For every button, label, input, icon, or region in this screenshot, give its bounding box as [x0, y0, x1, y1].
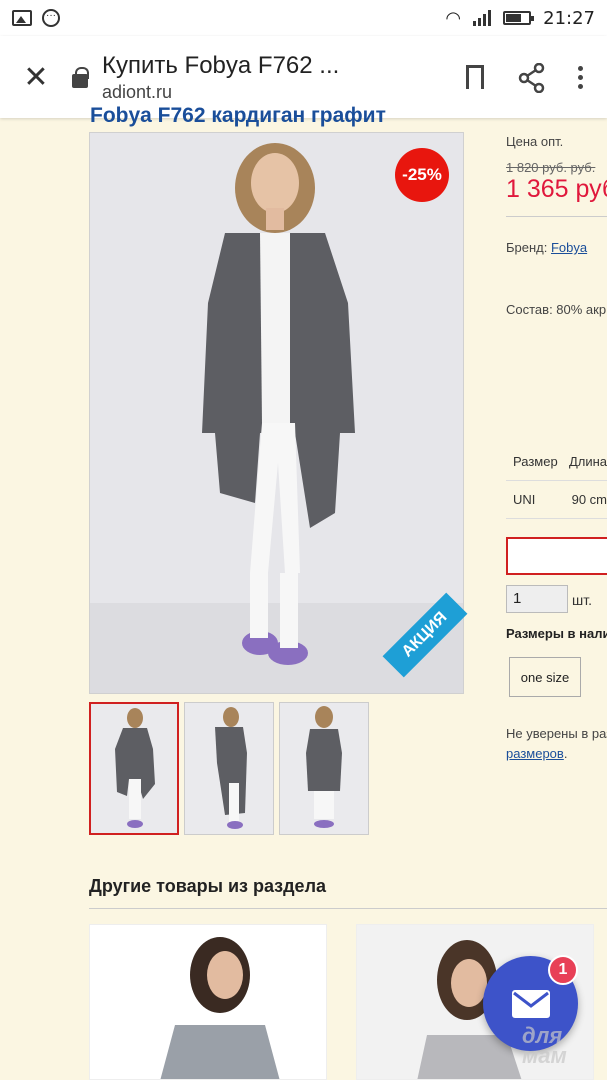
size-guide-suffix: .: [563, 746, 568, 762]
share-icon[interactable]: [518, 62, 545, 94]
size-option-button[interactable]: one size: [509, 657, 581, 697]
quantity-input[interactable]: 1: [506, 585, 568, 613]
add-to-cart-button[interactable]: [506, 537, 607, 575]
sizes-available-label: Размеры в нали: [506, 626, 607, 641]
size-table-cell: 90 cm: [571, 492, 607, 507]
page-url: adiont.ru: [102, 81, 173, 102]
main-product-image[interactable]: [89, 132, 464, 694]
product-heading: Fobya F762 кардиган графит: [90, 104, 386, 127]
bookmark-icon[interactable]: [466, 65, 484, 96]
quantity-unit: шт.: [572, 592, 592, 608]
size-help-label: Не уверены в раз: [506, 726, 607, 741]
status-bar: ··· ◠ 21:27: [0, 0, 607, 36]
discount-badge: -25%: [395, 148, 449, 202]
close-icon[interactable]: ✕: [0, 60, 72, 95]
title-box[interactable]: Купить Fobya F762 ... adiont.ru: [102, 52, 466, 103]
lock-icon: [72, 67, 89, 88]
price-divider: [506, 216, 607, 217]
section-divider: [89, 908, 607, 909]
signal-icon: [473, 10, 492, 26]
brand-label: Бренд:: [506, 240, 551, 255]
size-table: Размер Длина UNI 90 cm: [506, 443, 607, 519]
old-price: 1 820 руб. руб.: [506, 160, 596, 175]
size-table-header-cell: Размер: [513, 454, 558, 469]
size-table-cell: UNI: [513, 492, 536, 507]
thumbnail-side[interactable]: [184, 702, 274, 835]
related-product-card[interactable]: [89, 924, 327, 1080]
brand-link[interactable]: Fobya: [551, 240, 587, 255]
envelope-icon: [511, 989, 550, 1018]
price-label: Цена опт.: [506, 134, 564, 149]
watermark: для мам: [522, 1023, 567, 1068]
overflow-menu-icon[interactable]: [578, 65, 583, 89]
notification-dots-icon: ···: [42, 9, 60, 27]
battery-icon: [503, 11, 535, 25]
thumbnail-strip: [89, 702, 369, 835]
chat-badge: 1: [548, 955, 578, 985]
brand-row: Бренд: Fobya: [506, 240, 587, 255]
size-guide-link[interactable]: размеров: [506, 746, 564, 761]
current-price: 1 365 руб: [506, 175, 607, 203]
composition-text: Состав: 80% акр: [506, 302, 607, 317]
wifi-icon: ◠: [445, 7, 462, 29]
related-section-title: Другие товары из раздела: [89, 876, 327, 896]
thumbnail-back[interactable]: [279, 702, 369, 835]
size-help-text: Не уверены в раз размеров.: [506, 724, 607, 764]
size-table-header-cell: Длина: [568, 454, 607, 469]
page-title: Купить Fobya F762 ...: [102, 51, 340, 79]
status-time: 21:27: [543, 7, 595, 29]
thumbnail-front[interactable]: [89, 702, 179, 835]
image-icon: [12, 10, 32, 26]
size-table-header: Размер Длина: [506, 443, 607, 481]
size-table-row: UNI 90 cm: [506, 481, 607, 519]
